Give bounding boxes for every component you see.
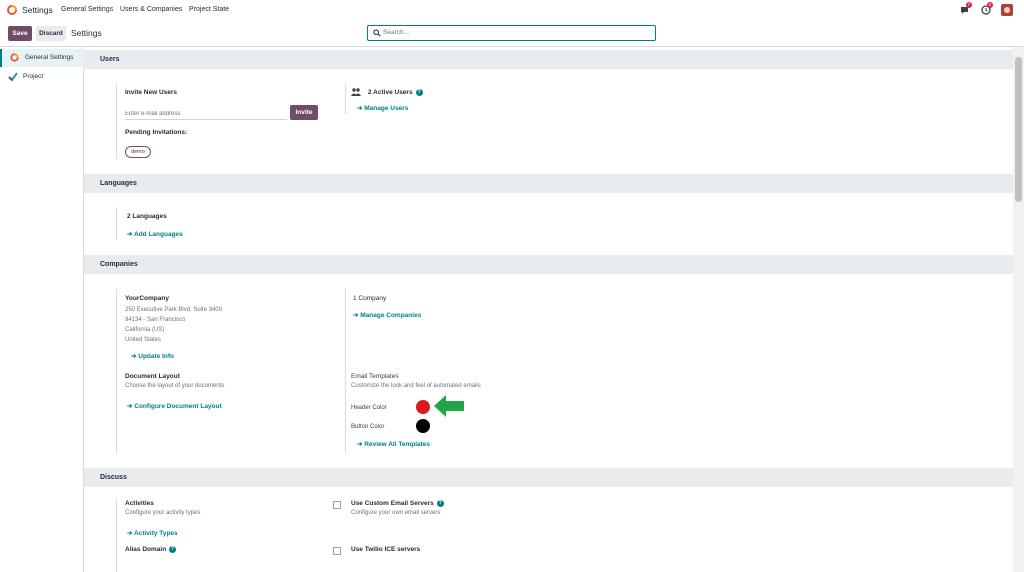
address-line: 250 Executive Park Blvd, Suite 3400 xyxy=(125,307,223,313)
email-templates-desc: Customize the look and feel of automated… xyxy=(351,383,481,389)
invite-button[interactable]: Invite xyxy=(290,105,318,120)
address-line: United States xyxy=(125,337,162,343)
update-info-link[interactable]: ➔ Update Info xyxy=(131,352,174,360)
document-layout-desc: Choose the layout of your documents xyxy=(125,383,225,389)
section-header-users: Users xyxy=(84,50,1013,69)
menu-users-companies[interactable]: Users & Companies xyxy=(120,6,182,13)
custom-email-servers-desc: Configure your own email servers xyxy=(351,510,441,516)
configure-document-layout-link[interactable]: ➔ Configure Document Layout xyxy=(127,402,222,410)
activity-clock-icon[interactable]: 3 xyxy=(981,2,993,15)
review-templates-link[interactable]: ➔ Review All Templates xyxy=(357,440,430,448)
help-icon[interactable]: ? xyxy=(436,500,444,507)
users-icon xyxy=(351,88,361,96)
scrollbar[interactable] xyxy=(1013,47,1024,572)
header-color-label: Header Color xyxy=(351,405,387,411)
activities-title: Activities xyxy=(125,500,154,507)
pending-invitations-label: Pending Invitations: xyxy=(125,129,188,136)
divider xyxy=(345,84,346,114)
odoo-logo-icon xyxy=(10,53,19,62)
help-icon[interactable]: ? xyxy=(169,546,177,553)
pending-invite-tag[interactable]: demo xyxy=(125,146,151,158)
sidebar-item-project[interactable]: Project xyxy=(0,68,83,86)
settings-content: Users Invite New Users Invite Pending In… xyxy=(84,47,1013,572)
user-avatar[interactable] xyxy=(1001,4,1013,16)
sidebar-item-label: Project xyxy=(23,73,44,80)
twilio-ice-checkbox[interactable] xyxy=(333,547,341,555)
twilio-ice-title: Use Twilio ICE servers xyxy=(351,546,421,553)
header-color-swatch[interactable] xyxy=(416,400,430,414)
activities-desc: Configure your activity types xyxy=(125,510,201,516)
languages-count: 2 Languages xyxy=(127,213,167,220)
custom-email-servers-title: Use Custom Email Servers? xyxy=(351,500,444,508)
divider xyxy=(116,84,117,159)
divider xyxy=(116,207,117,240)
help-icon[interactable]: ? xyxy=(415,89,423,96)
divider xyxy=(345,289,346,454)
custom-email-servers-checkbox[interactable] xyxy=(333,501,341,509)
app-name[interactable]: Settings xyxy=(22,5,53,15)
company-name: YourCompany xyxy=(125,295,169,302)
messages-icon[interactable]: 7 xyxy=(960,2,972,15)
scrollbar-thumb[interactable] xyxy=(1015,57,1022,202)
top-navbar: Settings General Settings Users & Compan… xyxy=(0,0,1024,22)
control-panel: Save Discard Settings xyxy=(0,21,1024,47)
menu-general-settings[interactable]: General Settings xyxy=(61,6,113,13)
section-header-companies: Companies xyxy=(84,255,1013,274)
email-input[interactable] xyxy=(125,108,287,120)
menu-project-state[interactable]: Project State xyxy=(189,6,229,13)
green-arrow-icon xyxy=(434,395,464,417)
add-languages-link[interactable]: ➔ Add Languages xyxy=(127,230,183,238)
manage-users-link[interactable]: ➔ Manage Users xyxy=(357,104,408,112)
activity-types-link[interactable]: ➔ Activity Types xyxy=(127,529,178,537)
save-button[interactable]: Save xyxy=(8,26,32,41)
settings-sidebar: General Settings Project xyxy=(0,47,85,572)
sidebar-item-general-settings[interactable]: General Settings xyxy=(0,49,85,67)
active-users-count: 2 Active Users? xyxy=(368,89,423,97)
search-box[interactable] xyxy=(367,25,656,41)
sidebar-item-label: General Settings xyxy=(25,54,74,61)
email-templates-title: Email Templates xyxy=(351,373,399,380)
discard-button[interactable]: Discard xyxy=(36,26,66,41)
manage-companies-link[interactable]: ➔ Manage Companies xyxy=(353,311,421,319)
button-color-label: Button Color xyxy=(351,424,385,430)
messages-count-badge: 7 xyxy=(966,2,972,8)
activity-count-badge: 3 xyxy=(987,2,993,8)
divider xyxy=(116,499,117,572)
section-header-discuss: Discuss xyxy=(84,468,1013,487)
divider xyxy=(116,289,117,454)
project-check-icon xyxy=(8,72,18,82)
address-line: 94134 - San Francisco xyxy=(125,317,186,323)
alias-domain-label: Alias Domain? xyxy=(125,546,177,554)
address-line: California (US) xyxy=(125,327,165,333)
section-header-languages: Languages xyxy=(84,174,1013,193)
button-color-swatch[interactable] xyxy=(416,419,430,433)
odoo-logo-icon[interactable] xyxy=(7,5,17,15)
company-count: 1 Company xyxy=(353,295,387,302)
search-icon xyxy=(373,29,381,37)
page-title: Settings xyxy=(71,28,102,38)
search-input[interactable] xyxy=(383,27,648,38)
document-layout-title: Document Layout xyxy=(125,373,180,380)
invite-heading: Invite New Users xyxy=(125,89,178,96)
